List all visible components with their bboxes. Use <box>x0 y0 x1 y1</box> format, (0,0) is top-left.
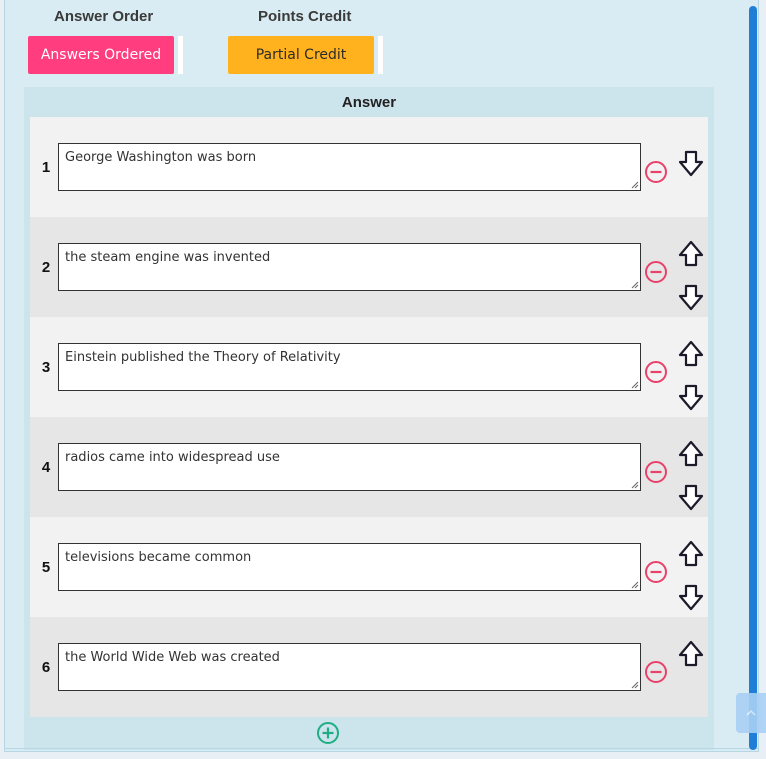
answer-order-toggle-knob[interactable] <box>178 36 183 74</box>
move-down-arrow-icon[interactable] <box>678 584 704 612</box>
answer-text-value: televisions became common <box>65 550 252 565</box>
move-up-arrow-icon[interactable] <box>678 539 704 567</box>
remove-answer-minus-circle-icon[interactable] <box>644 360 668 384</box>
move-up-arrow-icon[interactable] <box>678 639 704 667</box>
answer-order-toggle-label: Answers Ordered <box>40 47 162 63</box>
remove-answer-minus-circle-icon[interactable] <box>644 460 668 484</box>
answer-text-value: the World Wide Web was created <box>65 650 280 665</box>
points-credit-toggle[interactable]: Partial Credit <box>228 36 374 74</box>
resize-grip-icon[interactable] <box>631 381 639 389</box>
points-credit-toggle-knob[interactable] <box>378 36 383 74</box>
points-credit-title: Points Credit <box>258 8 352 25</box>
move-up-arrow-icon[interactable] <box>678 439 704 467</box>
answer-text-value: George Washington was born <box>65 150 257 165</box>
answer-row: 1 George Washington was born <box>30 117 708 217</box>
answer-text-value: Einstein published the Theory of Relativ… <box>65 350 341 365</box>
answer-order-title: Answer Order <box>54 8 154 25</box>
resize-grip-icon[interactable] <box>631 681 639 689</box>
move-down-arrow-icon[interactable] <box>678 484 704 512</box>
resize-grip-icon[interactable] <box>631 281 639 289</box>
answer-row: 2 the steam engine was invented <box>30 217 708 317</box>
resize-grip-icon[interactable] <box>631 481 639 489</box>
answer-row: 6 the World Wide Web was created <box>30 617 708 717</box>
answer-row-number: 2 <box>41 259 51 276</box>
answer-text-input[interactable]: Einstein published the Theory of Relativ… <box>58 343 641 391</box>
answer-text-value: radios came into widespread use <box>65 450 280 465</box>
answer-row: 5 televisions became common <box>30 517 708 617</box>
move-down-arrow-icon[interactable] <box>678 384 704 412</box>
answer-row-number: 1 <box>41 159 51 176</box>
remove-answer-minus-circle-icon[interactable] <box>644 260 668 284</box>
answer-text-value: the steam engine was invented <box>65 250 271 265</box>
remove-answer-minus-circle-icon[interactable] <box>644 560 668 584</box>
answer-text-input[interactable]: George Washington was born <box>58 143 641 191</box>
answer-row-number: 6 <box>41 659 51 676</box>
remove-answer-minus-circle-icon[interactable] <box>644 160 668 184</box>
answer-row: 4 radios came into widespread use <box>30 417 708 517</box>
add-answer-plus-circle-icon[interactable] <box>316 721 340 745</box>
resize-grip-icon[interactable] <box>631 181 639 189</box>
move-up-arrow-icon[interactable] <box>678 339 704 367</box>
remove-answer-minus-circle-icon[interactable] <box>644 660 668 684</box>
answer-text-input[interactable]: the World Wide Web was created <box>58 643 641 691</box>
scrollbar-thumb[interactable] <box>749 6 757 750</box>
move-down-arrow-icon[interactable] <box>678 150 704 178</box>
scroll-to-top-button[interactable] <box>736 693 766 733</box>
answer-column-header: Answer <box>341 94 397 111</box>
answer-order-toggle[interactable]: Answers Ordered <box>28 36 174 74</box>
resize-grip-icon[interactable] <box>631 581 639 589</box>
answer-row-number: 4 <box>41 459 51 476</box>
move-up-arrow-icon[interactable] <box>678 239 704 267</box>
move-down-arrow-icon[interactable] <box>678 284 704 312</box>
answer-row: 3 Einstein published the Theory of Relat… <box>30 317 708 417</box>
chevron-up-icon <box>746 709 756 716</box>
answer-text-input[interactable]: the steam engine was invented <box>58 243 641 291</box>
points-credit-toggle-label: Partial Credit <box>255 47 347 63</box>
panel-bottom-border <box>4 748 759 752</box>
answer-text-input[interactable]: radios came into widespread use <box>58 443 641 491</box>
answer-text-input[interactable]: televisions became common <box>58 543 641 591</box>
answer-row-number: 3 <box>41 359 51 376</box>
answer-row-number: 5 <box>41 559 51 576</box>
